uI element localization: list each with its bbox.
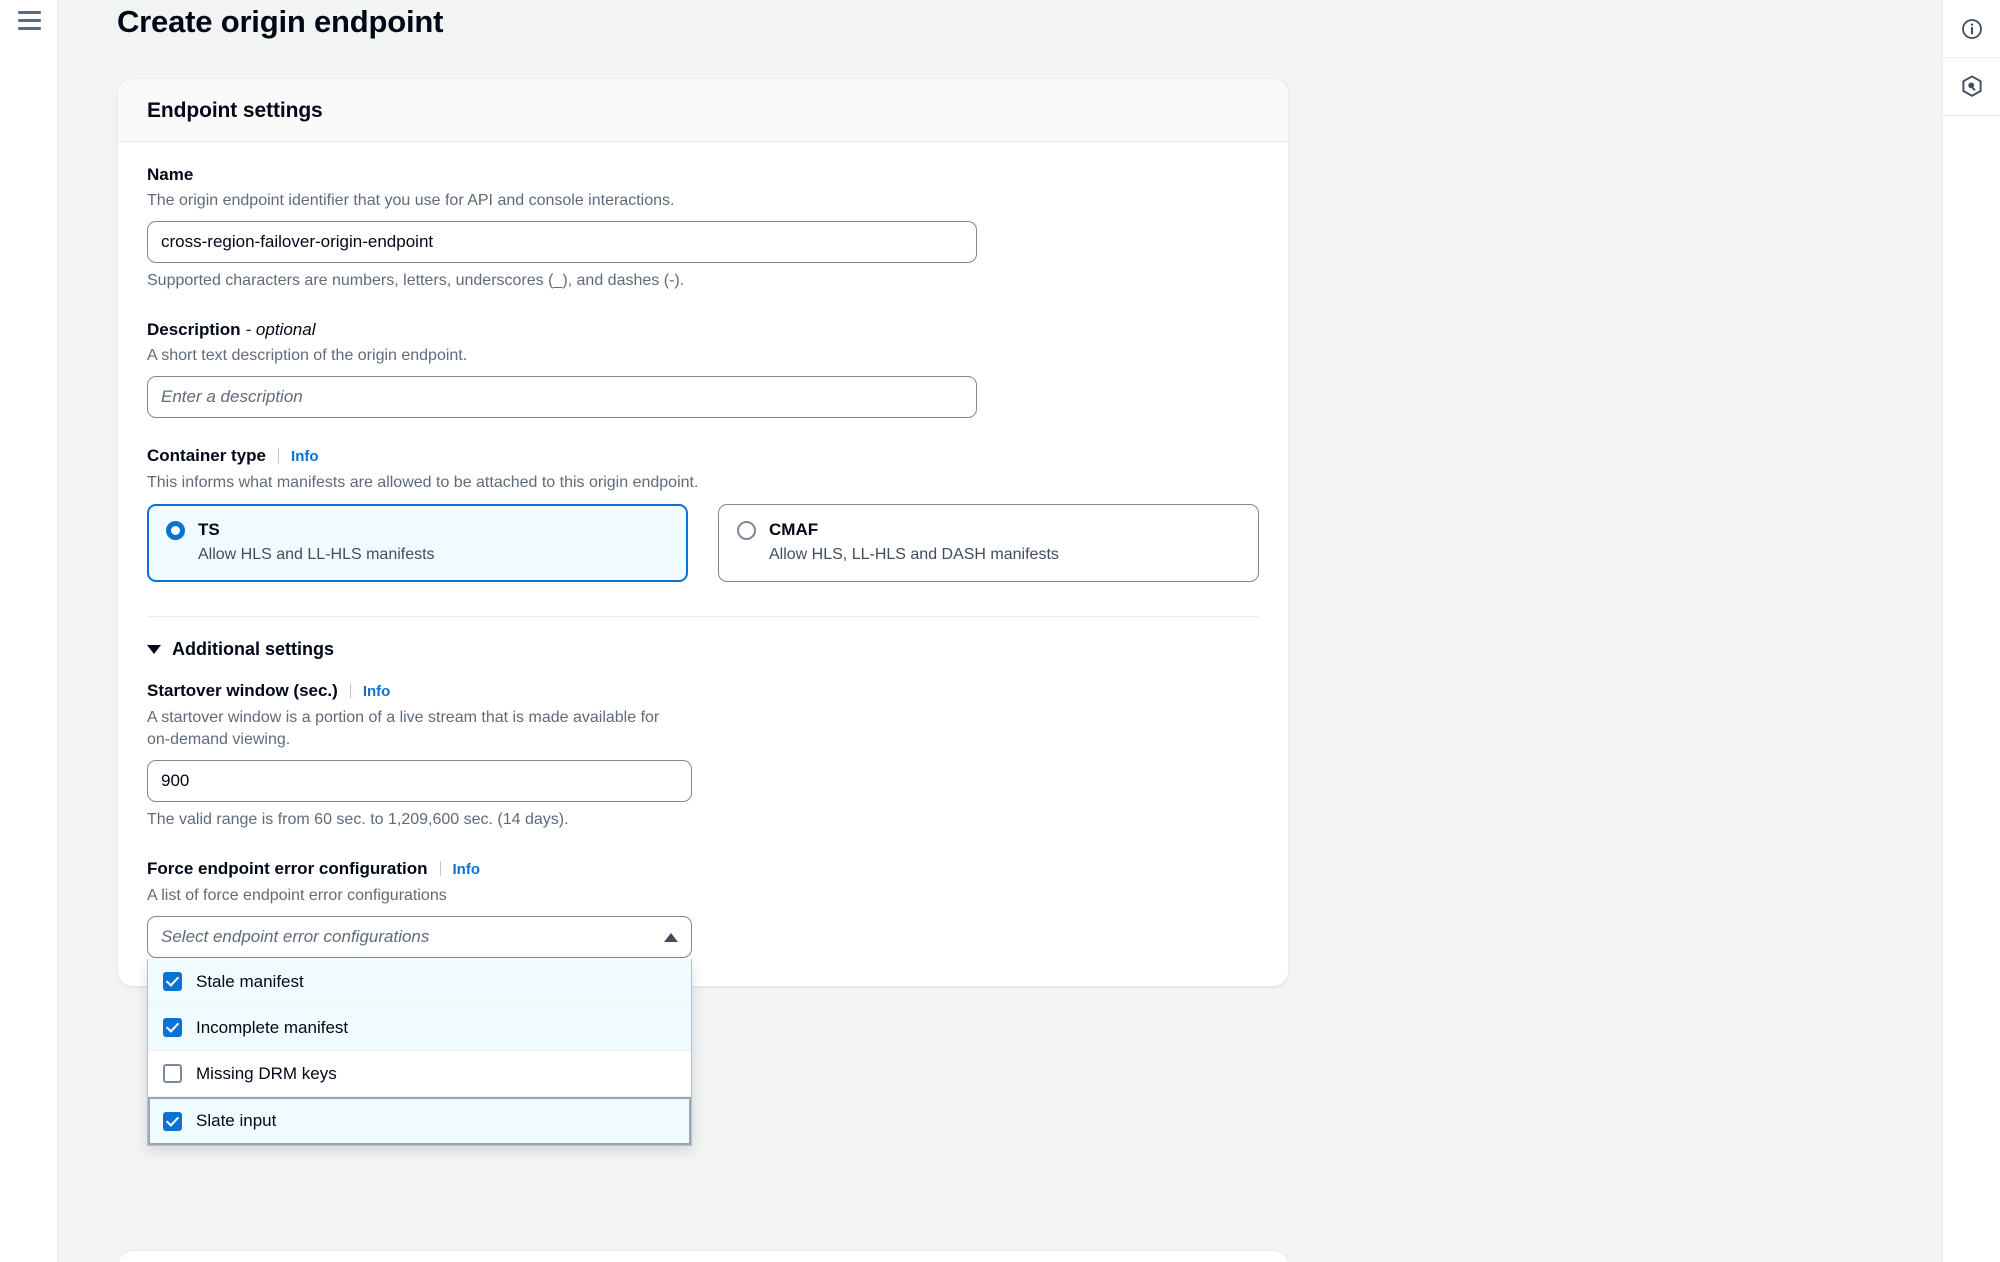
startover-window-label: Startover window (sec.) Info — [147, 680, 1259, 703]
force-endpoint-error-info-link[interactable]: Info — [453, 859, 481, 881]
hexagon-assistant-icon — [1961, 75, 1983, 98]
chevron-up-icon — [664, 932, 678, 942]
container-type-option-ts[interactable]: TS Allow HLS and LL-HLS manifests — [147, 504, 688, 582]
additional-settings-toggle[interactable]: Additional settings — [147, 639, 1259, 660]
name-description: The origin endpoint identifier that you … — [147, 192, 675, 209]
additional-settings-body: Startover window (sec.) Info A startover… — [147, 660, 1259, 1146]
description-field-group: Description - optional A short text desc… — [147, 319, 1259, 418]
option-cmaf-header: CMAF — [737, 520, 1240, 540]
option-label: Stale manifest — [196, 971, 304, 991]
checkbox-checked-icon[interactable] — [163, 972, 182, 991]
radio-cmaf-icon[interactable] — [737, 520, 756, 540]
left-navigation-rail — [0, 0, 58, 1262]
multiselect-placeholder: Select endpoint error configurations — [161, 927, 430, 946]
force-endpoint-error-label-text: Force endpoint error configuration — [147, 859, 428, 878]
container-type-info-link[interactable]: Info — [291, 446, 319, 468]
checkbox-checked-icon[interactable] — [163, 1111, 182, 1131]
label-divider — [349, 683, 351, 698]
option-label: Slate input — [196, 1111, 277, 1130]
option-ts-title: TS — [198, 520, 220, 539]
next-section-card — [117, 1250, 1289, 1262]
force-endpoint-error-group: Force endpoint error configuration Info … — [147, 858, 1259, 1146]
label-divider — [278, 448, 280, 463]
container-type-label-text: Container type — [147, 446, 267, 465]
description-description: A short text description of the origin e… — [147, 347, 468, 364]
option-cmaf-subtitle: Allow HLS, LL-HLS and DASH manifests — [769, 546, 1059, 563]
additional-settings-section: Additional settings Startover window (se… — [147, 616, 1259, 1146]
container-type-group: Container type Info This informs what ma… — [147, 445, 1259, 582]
container-type-label: Container type Info — [147, 445, 1259, 468]
startover-window-description: A startover window is a portion of a liv… — [147, 709, 660, 748]
force-endpoint-error-description: A list of force endpoint error configura… — [147, 887, 447, 904]
name-hint: Supported characters are numbers, letter… — [147, 272, 685, 289]
option-ts-subtitle: Allow HLS and LL-HLS manifests — [198, 546, 435, 563]
label-divider — [439, 861, 441, 876]
assistant-panel-button[interactable] — [1943, 58, 2000, 116]
multiselect-dropdown-menu: Stale manifest Incomplete manifest Missi… — [147, 959, 692, 1146]
force-endpoint-error-label: Force endpoint error configuration Info — [147, 858, 1259, 881]
card-header: Endpoint settings — [118, 79, 1288, 142]
description-input[interactable] — [147, 376, 977, 418]
right-tools-rail — [1942, 0, 2000, 1262]
container-type-description: This informs what manifests are allowed … — [147, 474, 699, 491]
radio-ts-icon[interactable] — [166, 520, 185, 540]
description-label-text: Description — [147, 320, 241, 339]
application-window: Create origin endpoint Endpoint settings… — [0, 0, 2000, 1262]
info-circle-icon — [1961, 18, 1983, 40]
page-title: Create origin endpoint — [117, 4, 444, 39]
startover-window-info-link[interactable]: Info — [363, 681, 391, 703]
info-panel-button[interactable] — [1943, 0, 2000, 58]
multiselect-option-stale-manifest[interactable]: Stale manifest — [148, 959, 691, 1005]
hamburger-bar — [18, 27, 41, 30]
multiselect-trigger[interactable]: Select endpoint error configurations — [147, 916, 692, 958]
card-body: Name The origin endpoint identifier that… — [118, 142, 1288, 1146]
option-label: Incomplete manifest — [196, 1017, 349, 1037]
endpoint-settings-card: Endpoint settings Name The origin endpoi… — [117, 78, 1289, 1146]
hamburger-bar — [18, 11, 41, 14]
name-input[interactable] — [147, 221, 977, 263]
main-content-area: Create origin endpoint Endpoint settings… — [59, 0, 1941, 1262]
startover-window-group: Startover window (sec.) Info A startover… — [147, 680, 1259, 831]
name-label: Name — [147, 164, 1259, 186]
multiselect-option-missing-drm-keys[interactable]: Missing DRM keys — [148, 1051, 691, 1097]
description-optional-tag: - optional — [245, 320, 316, 339]
force-endpoint-error-multiselect: Select endpoint error configurations Sta… — [147, 916, 692, 1146]
multiselect-option-incomplete-manifest[interactable]: Incomplete manifest — [148, 1005, 691, 1051]
option-ts-header: TS — [166, 520, 669, 540]
startover-window-label-text: Startover window (sec.) — [147, 681, 338, 700]
description-label: Description - optional — [147, 319, 1259, 341]
checkbox-checked-icon[interactable] — [163, 1018, 182, 1037]
container-type-radio-group: TS Allow HLS and LL-HLS manifests CMAF A… — [147, 504, 1259, 582]
startover-window-input[interactable] — [147, 760, 692, 802]
hamburger-bar — [18, 19, 41, 22]
hamburger-menu-icon[interactable] — [18, 11, 41, 30]
name-field-group: Name The origin endpoint identifier that… — [147, 164, 1259, 292]
startover-window-hint: The valid range is from 60 sec. to 1,209… — [147, 811, 569, 828]
container-type-option-cmaf[interactable]: CMAF Allow HLS, LL-HLS and DASH manifest… — [718, 504, 1259, 582]
name-label-text: Name — [147, 165, 194, 184]
option-cmaf-title: CMAF — [769, 520, 819, 539]
card-title: Endpoint settings — [147, 99, 323, 122]
multiselect-option-slate-input[interactable]: Slate input — [148, 1097, 691, 1145]
option-label: Missing DRM keys — [196, 1063, 337, 1083]
additional-settings-title: Additional settings — [172, 639, 334, 659]
chevron-down-icon — [147, 645, 161, 654]
checkbox-unchecked-icon[interactable] — [163, 1064, 182, 1083]
